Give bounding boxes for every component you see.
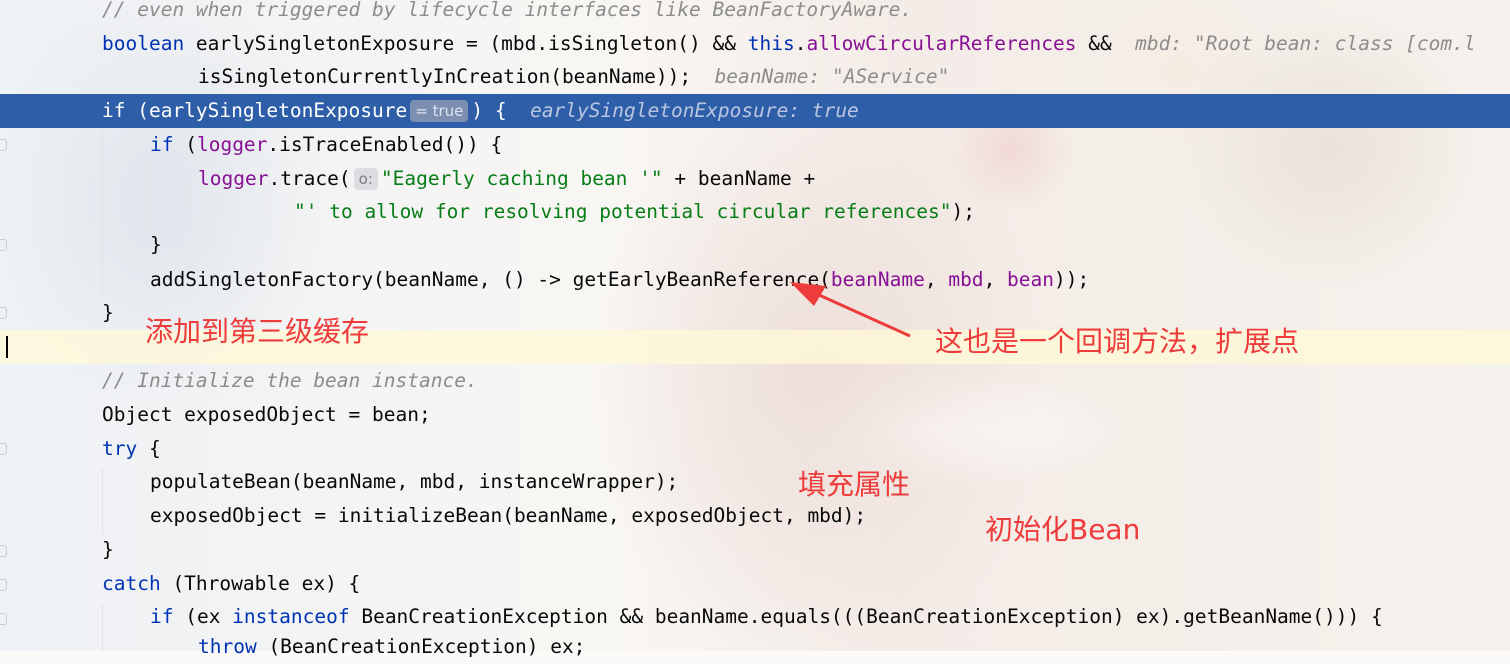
- red-arrow-icon: [790, 282, 911, 338]
